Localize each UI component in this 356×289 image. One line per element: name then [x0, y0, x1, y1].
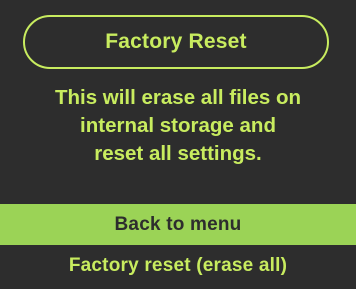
warning-message: This will erase all files on internal st… [0, 84, 356, 168]
warning-message-line-2: internal storage and [80, 114, 276, 137]
page-title: Factory Reset [23, 15, 329, 69]
back-to-menu-label: Back to menu [114, 213, 242, 235]
factory-reset-label: Factory reset (erase all) [68, 254, 288, 276]
warning-message-line-1: This will erase all files on [54, 86, 302, 109]
factory-reset-button[interactable]: Factory reset (erase all) [0, 245, 356, 286]
back-to-menu-button[interactable]: Back to menu [0, 204, 356, 245]
warning-message-line-3: reset all settings. [94, 142, 262, 165]
page-title-label: Factory Reset [105, 30, 247, 53]
